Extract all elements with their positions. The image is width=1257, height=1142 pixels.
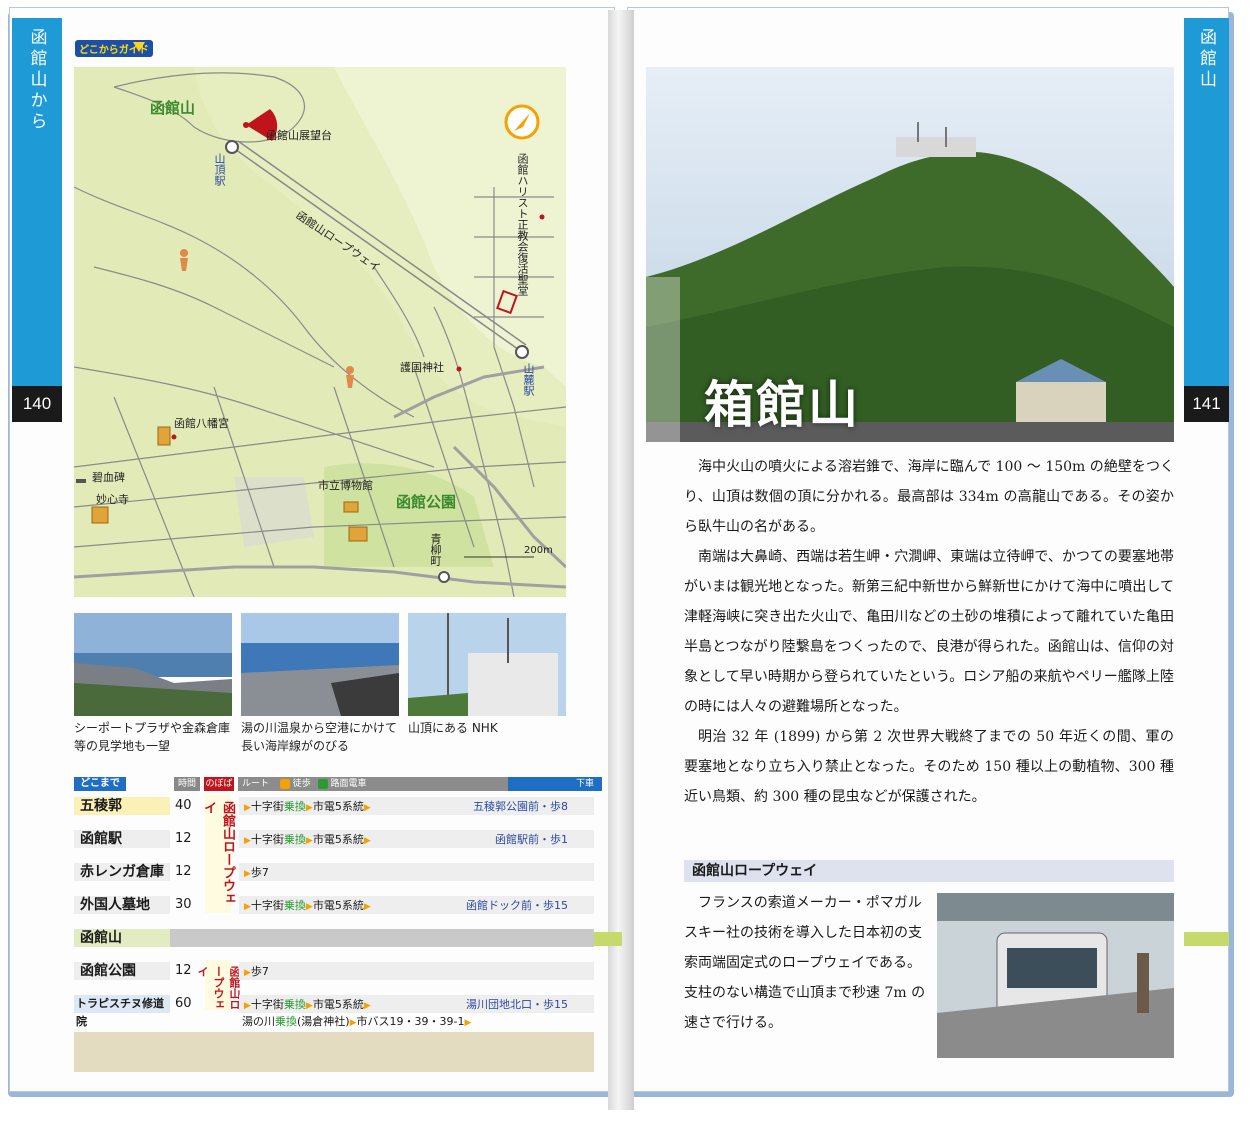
header-from: どこまで: [74, 777, 126, 791]
route-steps: ▶十字街乗換▶市電5系統▶: [244, 800, 371, 813]
route-stop: 湯川団地北口・歩15: [466, 998, 568, 1011]
summit-station-label: 山頂駅: [213, 153, 226, 186]
right-accent-bar: [1184, 932, 1229, 946]
left-tab-label: 函館山から: [26, 28, 47, 133]
route-stop: 函館ドック前・歩15: [466, 899, 568, 912]
route-minutes: 12: [175, 831, 192, 846]
church-label: 函館ハリスト正教会復活聖堂: [516, 153, 529, 296]
park-label: 函館公園: [396, 493, 457, 511]
route-steps: ▶十字街乗換▶市電5系統▶: [244, 899, 371, 912]
route-row-goryokaku: 五稜郭 40 ▶十字街乗換▶市電5系統▶ 五稜郭公園前・歩8: [74, 797, 594, 815]
route-minutes: 40: [175, 798, 192, 813]
header-route: ルート: [242, 779, 270, 789]
route-minutes: 12: [175, 864, 192, 879]
route-row-red-brick: 赤レンガ倉庫 12 ▶歩7: [74, 863, 594, 881]
route-stop: 五稜郭公園前・歩8: [473, 800, 568, 813]
area-map: 函館山 函館山展望台 山頂駅 函館山ロープウェイ 函館ハリスト正教会復活聖堂 護…: [74, 67, 566, 597]
route-dest: 函館駅: [74, 830, 170, 848]
left-page-number: 140: [12, 386, 62, 422]
myoshinji-label: 妙心寺: [96, 493, 129, 506]
article-paragraph-2: 南端は大鼻崎、西端は若生岬・穴澗岬、東端は立待岬で、かつての要塞地帯がいまは観光…: [684, 549, 1174, 715]
route-dest: トラピスチヌ修道院: [74, 995, 170, 1028]
header-route-bar: ルート 徒歩 路面電車: [238, 777, 508, 791]
route-dest: 函館公園: [74, 962, 170, 980]
header-time: 時間: [174, 777, 200, 791]
map-drawing: [74, 67, 566, 597]
right-page-number: 141: [1184, 386, 1229, 422]
route-bar: [239, 863, 594, 881]
route-dest: 外国人墓地: [74, 896, 170, 914]
route-dest: 赤レンガ倉庫: [74, 863, 170, 881]
route-divider-label: 函館山: [74, 929, 170, 947]
right-tab-label: 函館山: [1196, 28, 1216, 91]
route-row-hakodate-station: 函館駅 12 ▶十字街乗換▶市電5系統▶ 函館駅前・歩1: [74, 830, 594, 848]
route-row-trappistine-extra: 湯の川乗換(湯倉神社)▶市バス19・39・39-1▶: [242, 1015, 472, 1028]
main-article: 海中火山の噴火による溶岩錐で、海岸に臨んで 100 〜 150m の絶壁をつくり…: [684, 452, 1174, 812]
header-tram: 路面電車: [330, 779, 367, 789]
photo-caption-3: 山頂にある NHK: [408, 721, 498, 735]
route-steps: ▶歩7: [244, 965, 269, 978]
route-divider: 函館山: [74, 929, 594, 947]
route-row-foreign-cemetery: 外国人墓地 30 ▶十字街乗換▶市電5系統▶ 函館ドック前・歩15: [74, 896, 594, 914]
photo-nhk-tower: [408, 613, 566, 716]
hachimangu-label: 函館八幡宮: [174, 417, 229, 430]
walk-icon: [279, 778, 290, 789]
photo-caption-2: 湯の川温泉から空港にかけて長い海岸線がのびる: [241, 721, 398, 753]
route-row-hakodate-park: 函館公園 12 ▶歩7: [74, 962, 594, 980]
route-minutes: 60: [175, 996, 192, 1011]
map-title: 函館山: [150, 99, 196, 117]
header-nobori: のぼば: [204, 777, 234, 791]
photo-coastline: [241, 613, 399, 716]
header-walk: 徒歩: [292, 779, 311, 789]
hekketsuhi-label: 碧血碑: [92, 471, 125, 484]
tram-icon: [317, 778, 328, 789]
hero-title: 箱館山: [704, 376, 860, 434]
route-steps: ▶十字街乗換▶市電5系統▶: [244, 998, 371, 1011]
museum-label: 市立博物館: [318, 479, 373, 492]
route-steps: ▶十字街乗換▶市電5系統▶: [244, 833, 371, 846]
header-alight: 下車: [508, 777, 602, 791]
shrine-label: 護国神社: [400, 361, 444, 374]
guide-triangle-icon: [133, 42, 145, 52]
photo-ropeway-gondola: [937, 893, 1174, 1058]
route-table-header: どこまで 時間 のぼば ルート 徒歩 路面電車 下車: [74, 777, 622, 791]
section-heading: 函館山ロープウェイ: [684, 860, 1174, 882]
observatory-label: 函館山展望台: [266, 129, 332, 142]
left-chapter-tab: 函館山から: [12, 18, 62, 386]
route-footer-bar: [74, 1032, 594, 1072]
map-scale: 200m: [524, 545, 553, 556]
right-chapter-tab: 函館山: [1184, 18, 1229, 386]
article-paragraph-1: 海中火山の噴火による溶岩錐で、海岸に臨んで 100 〜 150m の絶壁をつくり…: [684, 459, 1174, 535]
route-minutes: 12: [175, 963, 192, 978]
section-body: フランスの索道メーカー・ポマガルスキー社の技術を導入した日本初の支索両端固定式の…: [684, 888, 929, 1038]
section-paragraph: フランスの索道メーカー・ポマガルスキー社の技術を導入した日本初の支索両端固定式の…: [684, 895, 926, 1031]
article-paragraph-3: 明治 32 年 (1899) から第 2 次世界大戦終了までの 50 年近くの間…: [684, 729, 1174, 805]
aoyagicho-label: 青柳町: [429, 533, 442, 566]
route-minutes: 30: [175, 897, 192, 912]
route-row-trappistine: トラピスチヌ修道院 60 ▶十字街乗換▶市電5系統▶ 湯川団地北口・歩15: [74, 995, 594, 1028]
route-stop: 函館駅前・歩1: [495, 833, 568, 846]
foot-station-label: 山麓駅: [522, 363, 535, 396]
route-bar: [239, 962, 594, 980]
photo-caption-1: シーポートプラザや金森倉庫等の見学地も一望: [74, 721, 231, 753]
route-steps: ▶歩7: [244, 866, 269, 879]
route-dest: 五稜郭: [74, 797, 170, 815]
photo-harbor-view: [74, 613, 232, 716]
